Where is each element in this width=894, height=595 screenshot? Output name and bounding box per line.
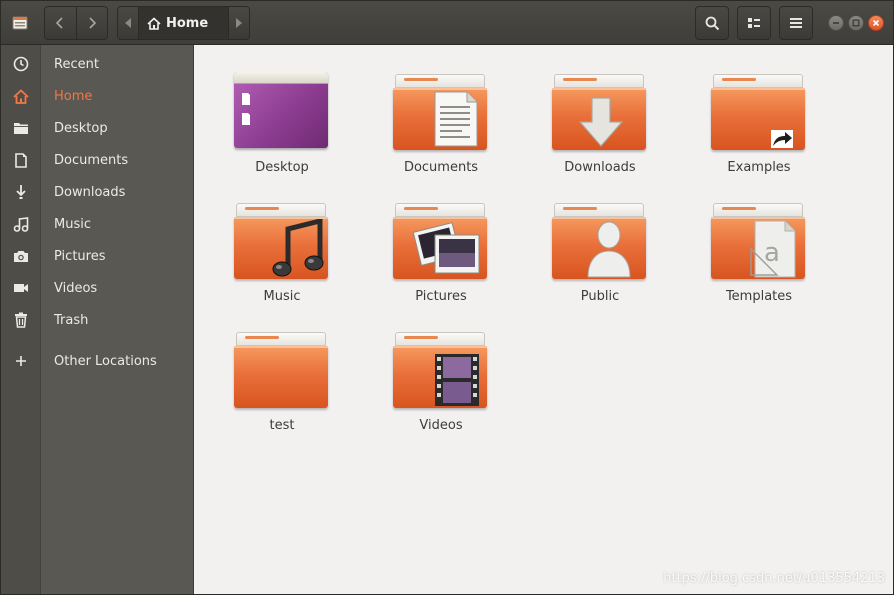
folder-icon [1,121,41,135]
sidebar-item-pictures[interactable]: Pictures [1,240,193,272]
folder-item-label: Templates [725,289,793,304]
folder-item-label: Documents [403,160,479,175]
folder-item-test[interactable]: test [212,330,352,452]
trash-icon [1,312,41,328]
templates-folder-icon: a [711,201,807,281]
sidebar-item-label: Pictures [54,248,106,264]
list-view-icon [748,18,760,28]
sidebar-item-videos[interactable]: Videos [1,272,193,304]
app-menu-icon[interactable] [5,6,35,40]
header-bar: Home [1,1,893,45]
minimize-icon [833,22,839,24]
path-scroll-left-button[interactable] [118,7,138,39]
view-mode-button[interactable] [737,6,771,40]
folder-item-label: Public [580,289,620,304]
folder-item-public[interactable]: Public [530,201,670,323]
camera-icon [1,249,41,263]
sidebar-item-music[interactable]: Music [1,208,193,240]
maximize-button[interactable] [848,15,864,31]
file-icon-view: Desktop Documents Downloads Examples Mus… [193,45,893,594]
path-scroll-right-button[interactable] [229,7,249,39]
watermark-text: https://blog.csdn.net/u013554213 [663,571,885,586]
path-crumb-home[interactable]: Home [138,7,229,39]
folder-item-label: Music [263,289,301,304]
downloads-folder-icon [552,72,648,152]
pictures-folder-icon [393,201,489,281]
close-button[interactable] [868,15,884,31]
path-crumb-label: Home [166,15,209,31]
desktop-folder-icon [234,72,330,152]
home-icon [1,88,41,104]
folder-item-label: test [269,418,295,433]
triangle-left-icon [125,18,131,28]
history-navigation [44,6,108,40]
folder-item-label: Desktop [255,160,309,175]
hamburger-icon [790,18,802,28]
places-sidebar: Recent Home Desktop Documents Downloads [1,45,193,594]
search-icon [705,16,719,30]
folder-item-videos[interactable]: Videos [371,330,511,452]
file-manager-window: Home Recent Home Desktop Documents Downl… [0,0,894,595]
folder-item-downloads[interactable]: Downloads [530,72,670,194]
folder-item-label: Videos [419,418,463,433]
sidebar-item-label: Music [54,216,91,232]
triangle-right-icon [236,18,242,28]
folder-item-music[interactable]: Music [212,201,352,323]
folder-item-pictures[interactable]: Pictures [371,201,511,323]
sidebar-item-home[interactable]: Home [1,80,193,112]
folder-item-desktop[interactable]: Desktop [212,72,352,194]
examples-folder-icon [711,72,807,152]
public-folder-icon [552,201,648,281]
folder-item-label: Examples [727,160,791,175]
video-icon [1,282,41,294]
music-icon [1,216,41,232]
maximize-icon [852,19,860,27]
close-icon [872,19,880,27]
music-folder-icon [234,201,330,281]
sidebar-item-downloads[interactable]: Downloads [1,176,193,208]
sidebar-item-documents[interactable]: Documents [1,144,193,176]
minimize-button[interactable] [828,15,844,31]
documents-folder-icon [393,72,489,152]
document-icon [1,152,41,168]
sidebar-item-label: Documents [54,152,129,168]
back-button[interactable] [45,7,76,39]
folder-item-label: Downloads [564,160,636,175]
chevron-left-icon [56,17,64,29]
sidebar-item-label: Trash [54,312,89,328]
sidebar-item-label: Other Locations [54,353,157,369]
main-menu-button[interactable] [779,6,813,40]
sidebar-item-recent[interactable]: Recent [1,48,193,80]
folder-item-templates[interactable]: a Templates [689,201,829,323]
sidebar-item-label: Desktop [54,120,108,136]
sidebar-item-trash[interactable]: Trash [1,304,193,336]
plus-icon [1,355,41,367]
clock-icon [1,56,41,72]
sidebar-item-label: Downloads [54,184,126,200]
path-bar: Home [117,6,250,40]
search-button[interactable] [695,6,729,40]
chevron-right-icon [89,17,97,29]
sidebar-item-label: Home [54,88,93,104]
home-icon [147,16,161,30]
folder-item-label: Pictures [415,289,467,304]
sidebar-item-other-locations[interactable]: Other Locations [1,345,193,377]
download-icon [1,184,41,200]
sidebar-item-label: Videos [54,280,98,296]
sidebar-item-desktop[interactable]: Desktop [1,112,193,144]
folder-icon [234,330,330,410]
forward-button[interactable] [75,7,107,39]
sidebar-item-label: Recent [54,56,99,72]
folder-item-examples[interactable]: Examples [689,72,829,194]
videos-folder-icon [393,330,489,410]
folder-item-documents[interactable]: Documents [371,72,511,194]
